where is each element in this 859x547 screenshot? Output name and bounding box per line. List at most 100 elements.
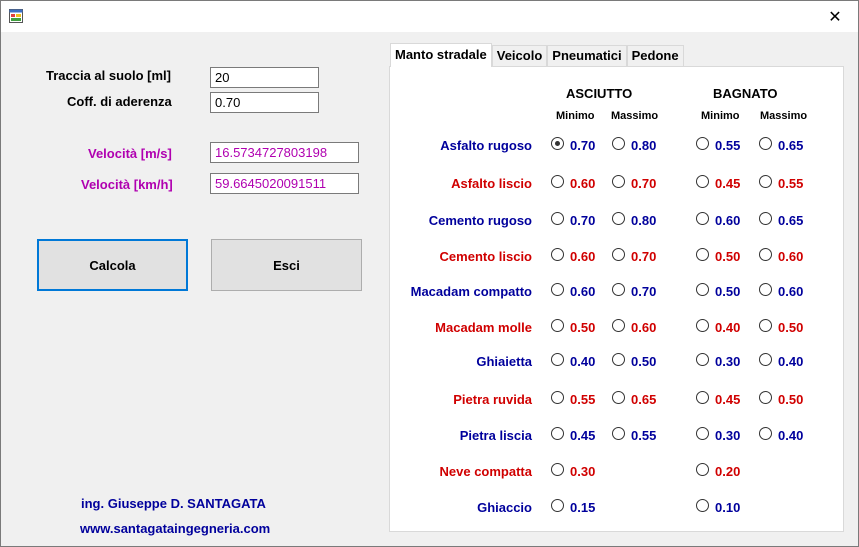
tab-panel-manto-stradale: [389, 66, 844, 532]
tab-manto-stradale[interactable]: Manto stradale: [390, 43, 492, 67]
coefficient-radio[interactable]: [551, 391, 564, 404]
asciutto-massimo-header: Massimo: [611, 110, 659, 122]
coefficient-radio[interactable]: [696, 137, 709, 150]
surface-name: Macadam molle: [435, 320, 532, 335]
coefficient-value: 0.70: [631, 284, 657, 299]
coefficient-radio[interactable]: [759, 212, 772, 225]
coefficient-value: 0.65: [778, 213, 804, 228]
coefficient-radio[interactable]: [759, 353, 772, 366]
coefficient-radio[interactable]: [696, 248, 709, 261]
coefficient-value: 0.65: [631, 392, 657, 407]
close-button[interactable]: ✕: [812, 1, 858, 32]
coefficient-radio[interactable]: [696, 499, 709, 512]
coefficient-value: 0.60: [570, 249, 596, 264]
author-name: ing. Giuseppe D. SANTAGATA: [81, 496, 266, 511]
bagnato-massimo-header: Massimo: [760, 110, 808, 122]
app-window: ✕ Traccia al suolo [ml] 20 Coff. di ader…: [0, 0, 859, 547]
coefficient-radio[interactable]: [551, 137, 564, 150]
surface-name: Ghiaccio: [477, 500, 532, 515]
coefficient-value: 0.40: [778, 428, 804, 443]
coefficient-radio[interactable]: [551, 427, 564, 440]
coefficient-value: 0.45: [715, 392, 741, 407]
coefficient-radio[interactable]: [759, 283, 772, 296]
coefficient-radio[interactable]: [551, 319, 564, 332]
tab-veicolo[interactable]: Veicolo: [491, 45, 548, 67]
coefficient-value: 0.30: [715, 354, 741, 369]
coefficient-radio[interactable]: [612, 248, 625, 261]
traccia-input[interactable]: 20: [210, 67, 319, 88]
coefficient-value: 0.45: [715, 176, 741, 191]
coefficient-value: 0.45: [570, 428, 596, 443]
coefficient-radio[interactable]: [612, 319, 625, 332]
coefficient-value: 0.55: [778, 176, 804, 191]
coefficient-radio[interactable]: [612, 353, 625, 366]
coefficient-value: 0.50: [715, 284, 741, 299]
velocity-kmh-field[interactable]: 59.6645020091511: [210, 173, 359, 194]
aderenza-label: Coff. di aderenza: [67, 94, 172, 109]
coefficient-radio[interactable]: [612, 391, 625, 404]
surface-name: Asfalto rugoso: [440, 138, 532, 153]
coefficient-radio[interactable]: [696, 427, 709, 440]
app-form-icon: [9, 9, 23, 23]
coefficient-value: 0.60: [715, 213, 741, 228]
coefficient-radio[interactable]: [759, 319, 772, 332]
close-icon: ✕: [828, 8, 842, 26]
coefficient-value: 0.50: [715, 249, 741, 264]
coefficient-radio[interactable]: [696, 175, 709, 188]
coefficient-value: 0.40: [570, 354, 596, 369]
asciutto-header: ASCIUTTO: [566, 86, 633, 101]
coefficient-value: 0.50: [631, 354, 657, 369]
coefficient-radio[interactable]: [759, 427, 772, 440]
tab-pedone[interactable]: Pedone: [626, 45, 684, 67]
coefficient-radio[interactable]: [612, 212, 625, 225]
coefficient-radio[interactable]: [551, 283, 564, 296]
coefficient-radio[interactable]: [612, 137, 625, 150]
esci-button[interactable]: Esci: [211, 239, 362, 291]
velocity-kmh-label: Velocità [km/h]: [81, 177, 173, 192]
coefficient-radio[interactable]: [759, 137, 772, 150]
coefficient-value: 0.65: [778, 138, 804, 153]
aderenza-input[interactable]: 0.70: [210, 92, 319, 113]
coefficient-value: 0.60: [778, 249, 804, 264]
tab-pneumatici[interactable]: Pneumatici: [547, 45, 627, 67]
website-link[interactable]: www.santagataingegneria.com: [80, 521, 270, 536]
calcola-button[interactable]: Calcola: [37, 239, 188, 291]
surface-name: Pietra liscia: [459, 428, 532, 443]
coefficient-radio[interactable]: [696, 391, 709, 404]
surface-name: Ghiaietta: [476, 354, 532, 369]
coefficient-radio[interactable]: [551, 175, 564, 188]
velocity-ms-label: Velocità [m/s]: [88, 146, 172, 161]
coefficient-radio[interactable]: [696, 353, 709, 366]
coefficient-value: 0.80: [631, 138, 657, 153]
surface-name: Pietra ruvida: [453, 392, 532, 407]
coefficient-value: 0.50: [778, 392, 804, 407]
coefficient-radio[interactable]: [551, 499, 564, 512]
surface-name: Neve compatta: [439, 464, 532, 479]
coefficient-value: 0.55: [715, 138, 741, 153]
coefficient-radio[interactable]: [551, 212, 564, 225]
bagnato-minimo-header: Minimo: [701, 110, 740, 122]
coefficient-radio[interactable]: [551, 248, 564, 261]
coefficient-radio[interactable]: [696, 283, 709, 296]
coefficient-radio[interactable]: [551, 353, 564, 366]
coefficient-radio[interactable]: [696, 319, 709, 332]
coefficient-value: 0.55: [631, 428, 657, 443]
coefficient-radio[interactable]: [612, 427, 625, 440]
surface-name: Macadam compatto: [410, 284, 532, 299]
velocity-ms-field[interactable]: 16.5734727803198: [210, 142, 359, 163]
coefficient-radio[interactable]: [551, 463, 564, 476]
coefficient-radio[interactable]: [696, 463, 709, 476]
coefficient-radio[interactable]: [696, 212, 709, 225]
coefficient-radio[interactable]: [612, 175, 625, 188]
asciutto-minimo-header: Minimo: [556, 110, 595, 122]
tab-strip: Manto stradale Veicolo Pneumatici Pedone: [390, 43, 684, 67]
coefficient-value: 0.30: [715, 428, 741, 443]
coefficient-radio[interactable]: [759, 248, 772, 261]
surface-name: Cemento rugoso: [428, 213, 532, 228]
coefficient-value: 0.10: [715, 500, 741, 515]
bagnato-header: BAGNATO: [713, 86, 778, 101]
coefficient-radio[interactable]: [759, 175, 772, 188]
coefficient-value: 0.70: [570, 138, 596, 153]
coefficient-radio[interactable]: [612, 283, 625, 296]
coefficient-radio[interactable]: [759, 391, 772, 404]
